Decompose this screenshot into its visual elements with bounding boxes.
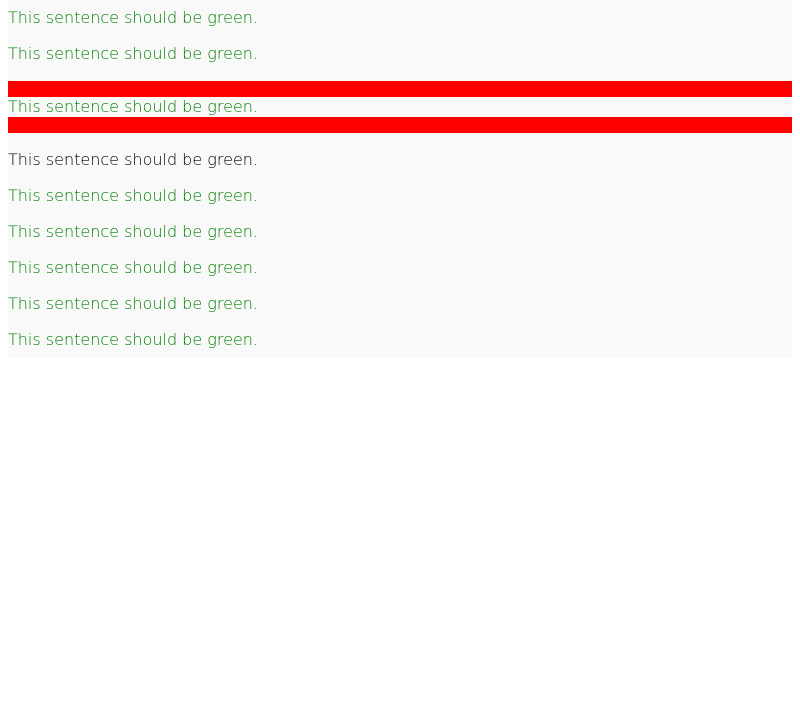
sentence-1: This sentence should be green. — [8, 8, 259, 27]
sentence-5: This sentence should be green. — [8, 186, 259, 205]
sentence-6: This sentence should be green. — [8, 222, 259, 241]
sentence-2: This sentence should be green. — [8, 44, 259, 63]
sentence-9: This sentence should be green. — [8, 330, 259, 349]
sentence-4: This sentence should be green. — [8, 150, 259, 169]
red-bar-bottom — [8, 117, 792, 133]
sentence-8: This sentence should be green. — [8, 294, 259, 313]
red-bar-top — [8, 81, 792, 97]
test-page: This sentence should be green. This sent… — [0, 0, 800, 725]
sentence-3: This sentence should be green. — [8, 97, 259, 116]
sentence-7: This sentence should be green. — [8, 258, 259, 277]
